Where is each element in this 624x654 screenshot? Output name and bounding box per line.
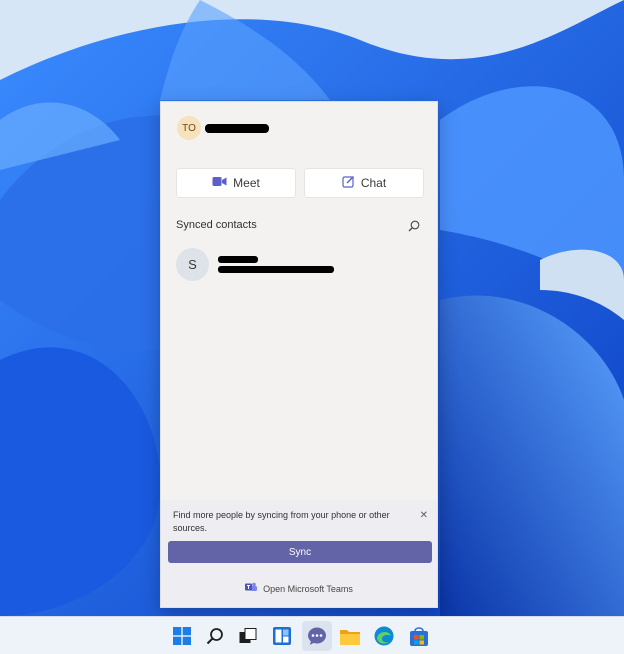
open-teams-link[interactable]: Open Microsoft Teams [161, 582, 437, 595]
teams-icon [245, 582, 263, 595]
action-buttons: Meet Chat [176, 168, 424, 198]
taskbar [0, 616, 624, 654]
contact-details [218, 256, 334, 273]
close-icon[interactable]: ✕ [420, 510, 428, 521]
chat-icon[interactable] [302, 621, 332, 651]
sync-panel: Find more people by syncing from your ph… [161, 500, 437, 607]
contact-avatar: S [176, 248, 209, 281]
task-view-icon[interactable] [236, 624, 260, 648]
sync-button[interactable]: Sync [168, 541, 432, 563]
open-teams-label: Open Microsoft Teams [263, 583, 353, 594]
compose-icon [342, 175, 361, 191]
search-icon[interactable] [203, 624, 227, 648]
file-explorer-icon[interactable] [338, 624, 362, 648]
meet-button[interactable]: Meet [176, 168, 296, 198]
store-icon[interactable] [407, 624, 431, 648]
windows-start-icon[interactable] [170, 624, 194, 648]
profile-avatar: TO [177, 116, 201, 140]
redacted-profile-name [205, 123, 269, 133]
sync-message: Find more people by syncing from your ph… [173, 510, 390, 533]
video-camera-icon [212, 176, 233, 190]
chat-button[interactable]: Chat [304, 168, 424, 198]
redacted-contact-name [218, 256, 258, 263]
contact-item[interactable]: S [176, 248, 334, 281]
chat-flyout: TO Meet Chat Synced contacts S Find more… [160, 101, 438, 608]
edge-icon[interactable] [372, 624, 396, 648]
meet-label: Meet [233, 176, 260, 190]
redacted-contact-info [218, 266, 334, 273]
widgets-icon[interactable] [270, 624, 294, 648]
profile-header[interactable]: TO [177, 115, 269, 141]
synced-contacts-title: Synced contacts [176, 219, 257, 231]
search-icon[interactable] [408, 219, 420, 237]
chat-label: Chat [360, 176, 387, 190]
